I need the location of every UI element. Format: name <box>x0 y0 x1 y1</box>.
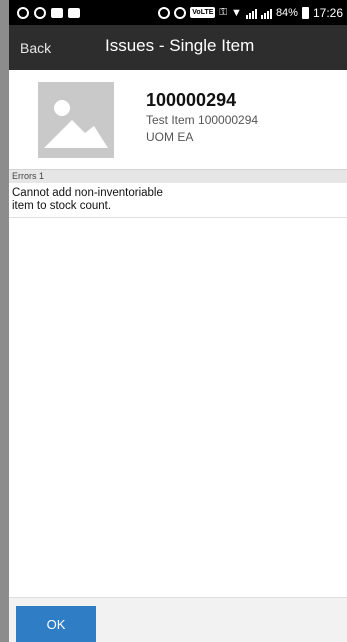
app-header: Back Issues - Single Item <box>9 25 347 70</box>
footer-bar: OK <box>9 597 347 642</box>
signal-icon <box>260 7 272 19</box>
signal-icon <box>245 7 257 19</box>
phone-screen: VoLTE ⚿ ▼ 84% 17:26 Back Issues - Single… <box>9 0 347 642</box>
notification-icon <box>68 7 80 18</box>
errors-header: Errors 1 <box>9 169 347 183</box>
back-button[interactable]: Back <box>20 40 51 56</box>
message-icon <box>51 7 63 18</box>
key-icon: ⚿ <box>219 7 228 18</box>
image-placeholder-graphic <box>44 100 108 148</box>
whatsapp-icon <box>17 6 29 19</box>
status-bar: VoLTE ⚿ ▼ 84% 17:26 <box>9 0 347 25</box>
item-number: 100000294 <box>146 90 237 110</box>
battery-percent: 84% <box>275 6 298 19</box>
gmail-icon <box>34 6 46 19</box>
error-message-line: Cannot add non-inventoriable <box>12 187 163 199</box>
ok-button[interactable]: OK <box>16 606 96 642</box>
errors-list: Cannot add non-inventoriable item to sto… <box>9 183 347 218</box>
status-left-icons <box>17 6 80 19</box>
item-summary: 100000294 Test Item 100000294 UOM EA <box>9 70 347 169</box>
error-message-line: item to stock count. <box>12 200 112 212</box>
image-placeholder-icon <box>38 82 114 158</box>
status-right-icons: VoLTE ⚿ ▼ 84% 17:26 <box>158 6 343 20</box>
clock-time: 17:26 <box>312 5 343 20</box>
item-uom: UOM EA <box>146 130 194 144</box>
left-bezel <box>0 0 9 642</box>
volte-badge: VoLTE <box>190 7 216 18</box>
battery-icon <box>301 6 309 19</box>
page-title: Issues - Single Item <box>105 36 255 55</box>
error-item: Cannot add non-inventoriable item to sto… <box>9 183 347 218</box>
wifi-icon: ▼ <box>231 6 242 19</box>
item-description: Test Item 100000294 <box>146 113 259 127</box>
dnd-icon <box>158 6 171 19</box>
alarm-icon <box>174 6 187 19</box>
